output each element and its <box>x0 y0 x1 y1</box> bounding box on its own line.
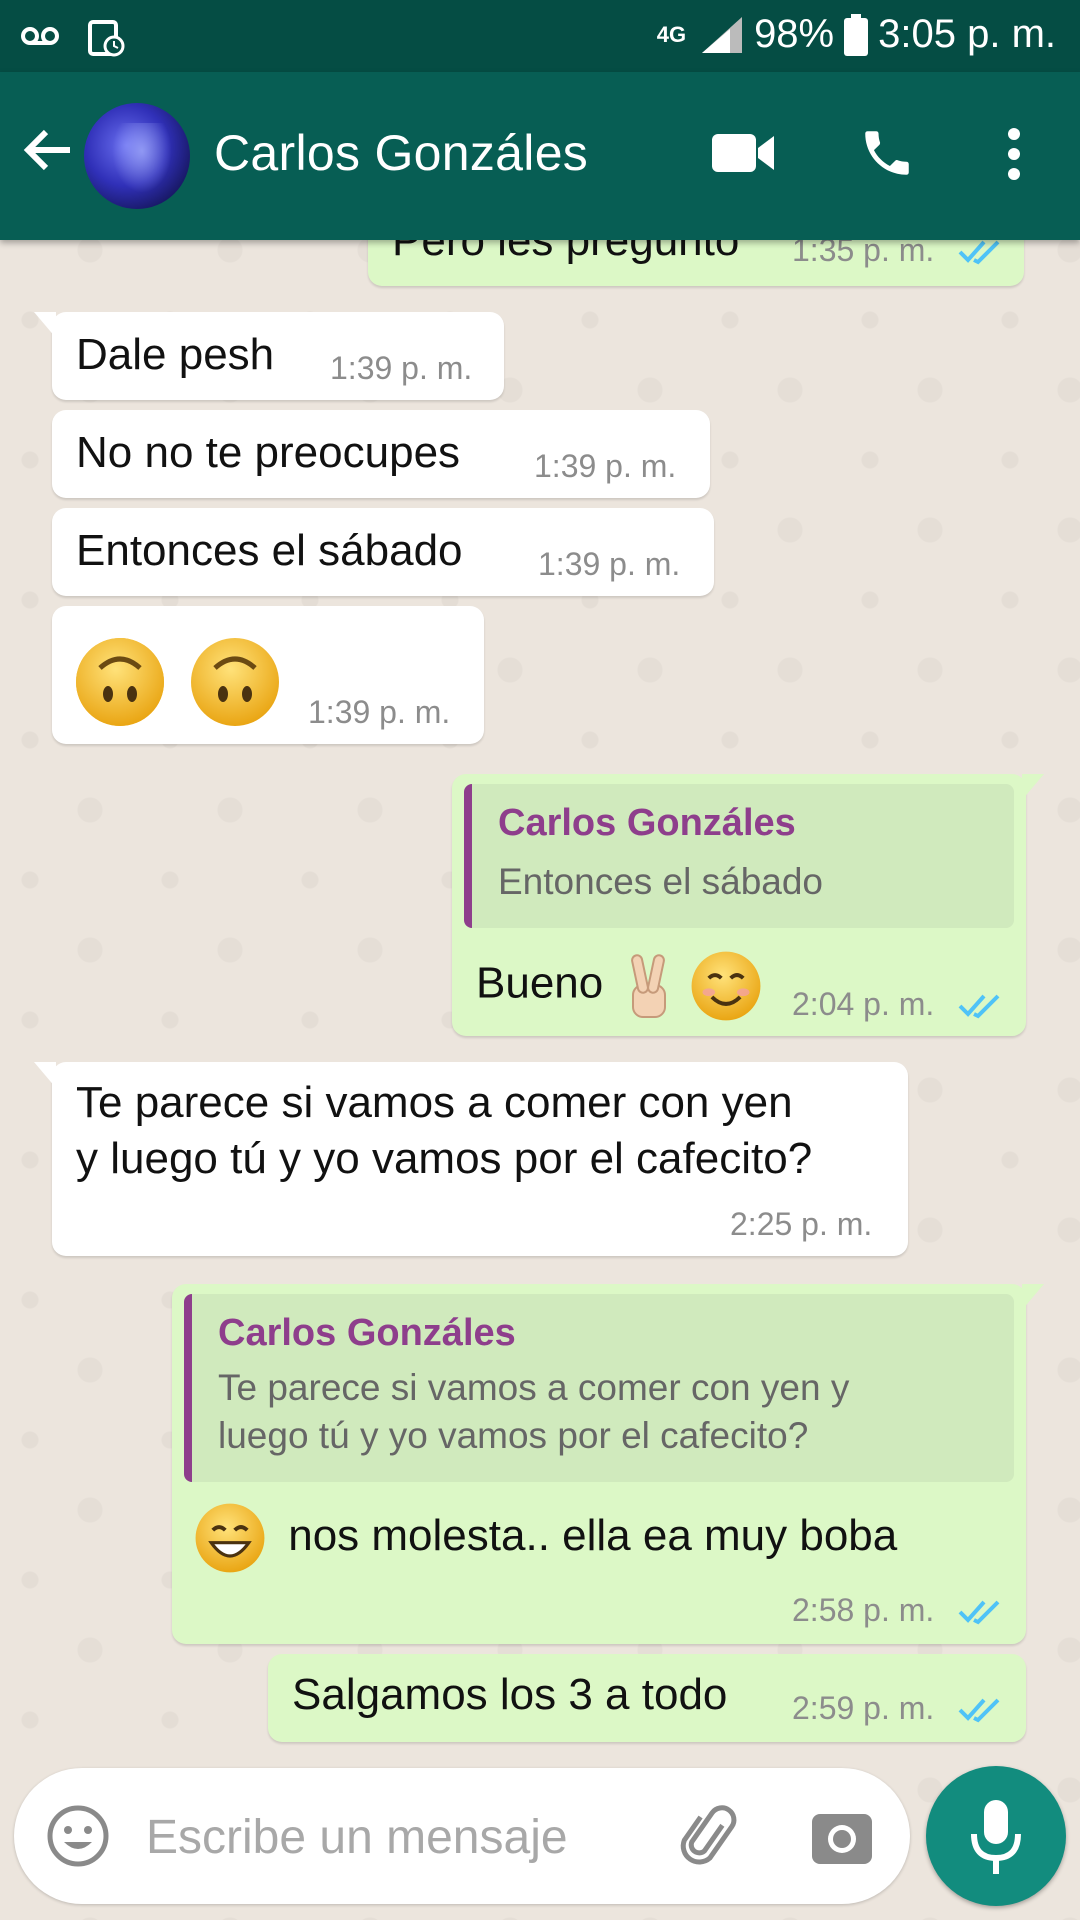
quoted-message[interactable]: Carlos Gonzáles Te parece si vamos a com… <box>184 1294 1014 1482</box>
signal-strength-icon <box>702 16 743 53</box>
message-time: 1:39 p. m. <box>330 350 473 386</box>
smiling-face-emoji-icon <box>691 951 761 1021</box>
victory-hand-emoji-icon <box>631 954 667 1018</box>
clock: 3:05 p. m. <box>878 12 1056 56</box>
bubble-tail <box>1022 774 1044 800</box>
message-incoming[interactable]: No no te preocupes 1:39 p. m. <box>52 410 710 498</box>
bubble-tail <box>34 1062 56 1088</box>
message-input[interactable] <box>144 1804 668 1870</box>
message-text: nos molesta.. ella ea muy boba <box>194 1502 897 1574</box>
message-time: 2:58 p. m. <box>792 1592 935 1628</box>
chat-area[interactable]: Pero les pregunto 1:35 p. m. Dale pesh 1… <box>0 0 1080 1920</box>
message-time: 2:04 p. m. <box>792 986 935 1022</box>
message-text: Entonces el sábado <box>76 526 463 575</box>
emoji-icon[interactable] <box>46 1804 110 1868</box>
message-outgoing-reply[interactable]: Carlos Gonzáles Te parece si vamos a com… <box>172 1284 1044 1644</box>
quoted-sender: Carlos Gonzáles <box>218 1312 516 1354</box>
bubble-tail <box>34 312 56 338</box>
upside-down-face-emoji-icon <box>191 637 280 726</box>
avatar[interactable] <box>84 103 190 209</box>
message-time: 2:25 p. m. <box>730 1206 873 1242</box>
attachment-icon[interactable] <box>676 1804 740 1868</box>
message-emoji <box>74 630 281 728</box>
contact-name[interactable]: Carlos Gonzáles <box>214 124 588 182</box>
message-outgoing[interactable]: Salgamos los 3 a todo 2:59 p. m. <box>268 1654 1026 1742</box>
camera-icon[interactable] <box>810 1808 874 1866</box>
voice-call-icon[interactable] <box>858 124 916 182</box>
quoted-sender: Carlos Gonzáles <box>498 802 796 844</box>
message-text-line-1: Te parece si vamos a comer con yen <box>76 1078 793 1127</box>
read-ticks-icon <box>958 1600 1000 1625</box>
battery-percentage: 98% <box>754 12 835 56</box>
network-type: 4G <box>656 21 687 47</box>
read-ticks-icon <box>958 1698 1000 1723</box>
message-time: 1:39 p. m. <box>534 448 677 484</box>
message-text: Dale pesh <box>76 330 275 379</box>
voice-message-button[interactable] <box>926 1766 1066 1906</box>
upside-down-face-emoji-icon <box>76 637 164 726</box>
message-text-label: nos molesta.. ella ea muy boba <box>288 1510 898 1560</box>
back-arrow-icon[interactable] <box>22 124 74 176</box>
message-text: Salgamos los 3 a todo <box>292 1670 728 1719</box>
voicemail-icon <box>21 27 59 45</box>
message-text: Bueno <box>476 950 762 1022</box>
video-call-icon[interactable] <box>712 132 776 174</box>
message-incoming[interactable]: Te parece si vamos a comer con yen y lue… <box>34 1062 908 1256</box>
bubble-tail <box>1022 1284 1044 1310</box>
message-time: 2:59 p. m. <box>792 1690 935 1726</box>
message-text: No no te preocupes <box>76 428 461 477</box>
quoted-text: Te parece si vamos a comer con yen y lue… <box>218 1367 850 1456</box>
message-outgoing-reply[interactable]: Carlos Gonzáles Entonces el sábado Bueno… <box>452 774 1044 1036</box>
message-composer <box>14 1768 910 1904</box>
status-bar: 4G 98% 3:05 p. m. <box>0 0 1080 72</box>
more-options-icon[interactable] <box>1000 126 1028 182</box>
read-ticks-icon <box>958 994 1000 1019</box>
chat-header: Carlos Gonzáles <box>0 72 1080 240</box>
read-ticks-icon <box>958 240 1000 265</box>
grinning-face-emoji-icon <box>195 1503 265 1573</box>
message-text-line-2: y luego tú y yo vamos por el cafecito? <box>76 1134 813 1183</box>
message-incoming[interactable]: Entonces el sábado 1:39 p. m. <box>52 508 714 596</box>
message-time: 1:39 p. m. <box>308 694 451 730</box>
message-time: 1:39 p. m. <box>538 546 681 582</box>
message-text-label: Bueno <box>476 958 604 1008</box>
message-incoming[interactable]: Dale pesh 1:39 p. m. <box>34 312 504 400</box>
message-incoming-emoji[interactable]: 1:39 p. m. <box>52 606 484 744</box>
microphone-icon <box>971 1800 1021 1874</box>
quoted-message[interactable]: Carlos Gonzáles Entonces el sábado <box>464 784 1014 928</box>
quoted-text: Entonces el sábado <box>498 861 824 902</box>
battery-icon <box>844 13 869 56</box>
sd-card-clock-icon <box>88 20 125 57</box>
